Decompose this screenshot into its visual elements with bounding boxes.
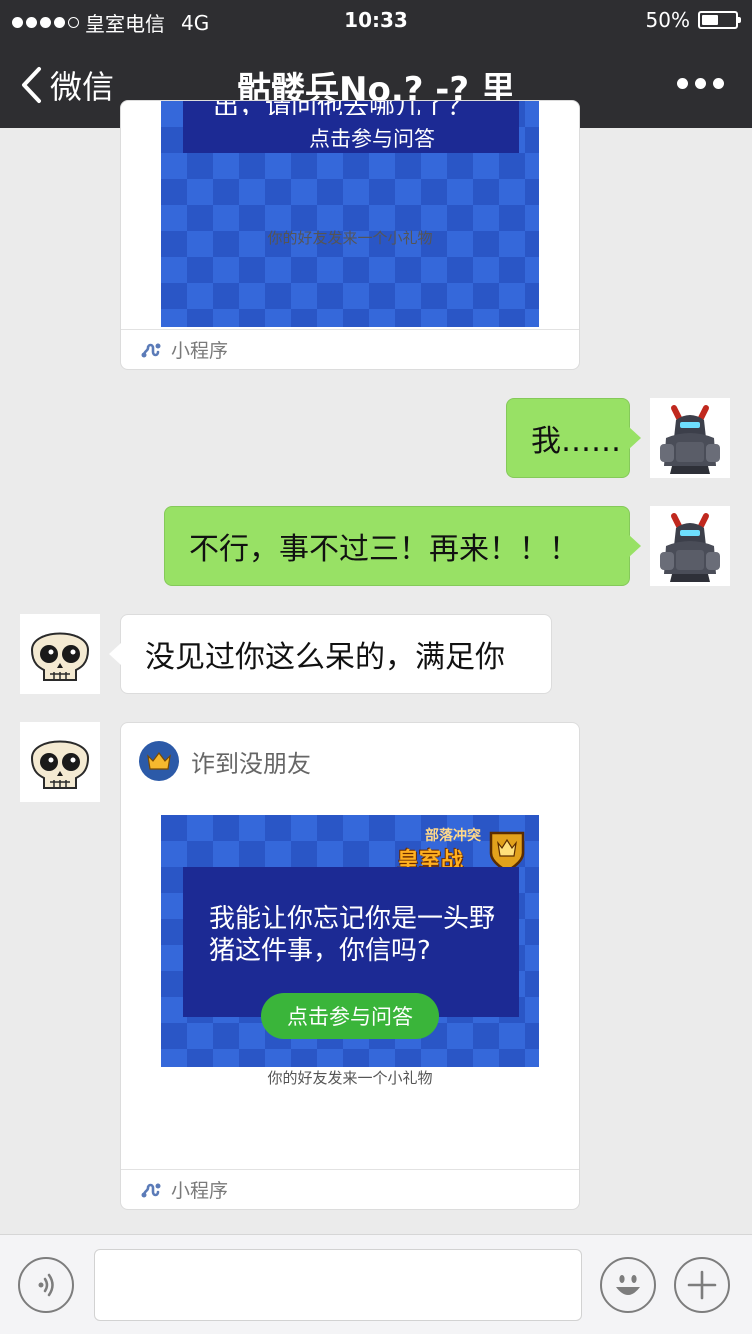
message-text: 我……: [531, 424, 621, 459]
logo-subtitle: 部落冲突: [425, 828, 481, 844]
knight-avatar-icon: [650, 506, 730, 586]
message-text: 不行，事不过三！再来！！！: [189, 532, 579, 567]
miniprogram-card[interactable]: 诈到没朋友 部落冲突 皇室战争 我能让你忘记你是一头野猪这件事，你信吗? 点击参…: [120, 722, 580, 1210]
gift-caption: 你的好友发来一个小礼物: [267, 1069, 433, 1087]
plus-icon: [687, 1270, 717, 1300]
card-footer: 小程序: [121, 329, 579, 369]
footer-label: 小程序: [171, 1180, 229, 1202]
quiz-button[interactable]: 点击参与问答: [261, 993, 439, 1039]
skull-avatar-icon: [20, 614, 100, 694]
contact-avatar[interactable]: [20, 614, 100, 694]
gift-caption: 你的好友发来一个小礼物: [267, 229, 433, 247]
voice-button[interactable]: [18, 1257, 74, 1313]
message-bubble-sent[interactable]: 我……: [506, 398, 641, 478]
more-options-icon[interactable]: [677, 78, 724, 89]
emoji-button[interactable]: [600, 1257, 656, 1313]
quiz-image[interactable]: 出，请问他去哪儿了？ 点击参与问答: [161, 100, 539, 327]
voice-icon: [38, 1273, 54, 1297]
quiz-button[interactable]: 点击参与问答: [283, 123, 461, 151]
message-input[interactable]: [94, 1249, 582, 1321]
skull-avatar-icon: [20, 722, 100, 802]
battery-icon: [698, 11, 741, 29]
plus-button[interactable]: [674, 1257, 730, 1313]
miniprogram-name: 诈到没朋友: [191, 749, 311, 778]
emoji-icon: [616, 1275, 640, 1295]
card-footer: 小程序: [121, 1169, 579, 1209]
my-avatar[interactable]: [650, 506, 730, 586]
message-bubble-received[interactable]: 没见过你这么呆的，满足你: [109, 614, 552, 694]
battery-percent: 50%: [645, 8, 690, 32]
miniprogram-card[interactable]: 出，请问他去哪儿了？ 点击参与问答 你的好友发来一个小礼物 小程序: [120, 100, 580, 370]
card-header: 诈到没朋友: [139, 741, 311, 781]
contact-avatar[interactable]: [20, 722, 100, 802]
status-time: 10:33: [344, 8, 408, 32]
status-bar: 皇室电信 4G 10:33 50%: [0, 0, 752, 40]
crown-icon: [139, 741, 179, 781]
knight-avatar-icon: [650, 398, 730, 478]
my-avatar[interactable]: [650, 398, 730, 478]
miniprogram-icon: [141, 343, 161, 357]
message-text: 没见过你这么呆的，满足你: [145, 640, 505, 675]
quiz-question: 出，请问他去哪儿了？: [213, 100, 474, 115]
quiz-image[interactable]: 部落冲突 皇室战争 我能让你忘记你是一头野猪这件事，你信吗? 点击参与问答: [161, 815, 539, 1067]
quiz-question: 我能让你忘记你是一头野猪这件事，你信吗?: [209, 904, 496, 966]
input-bar: [0, 1234, 752, 1334]
footer-label: 小程序: [171, 340, 229, 362]
message-bubble-sent[interactable]: 不行，事不过三！再来！！！: [164, 506, 641, 586]
miniprogram-icon: [141, 1183, 161, 1197]
